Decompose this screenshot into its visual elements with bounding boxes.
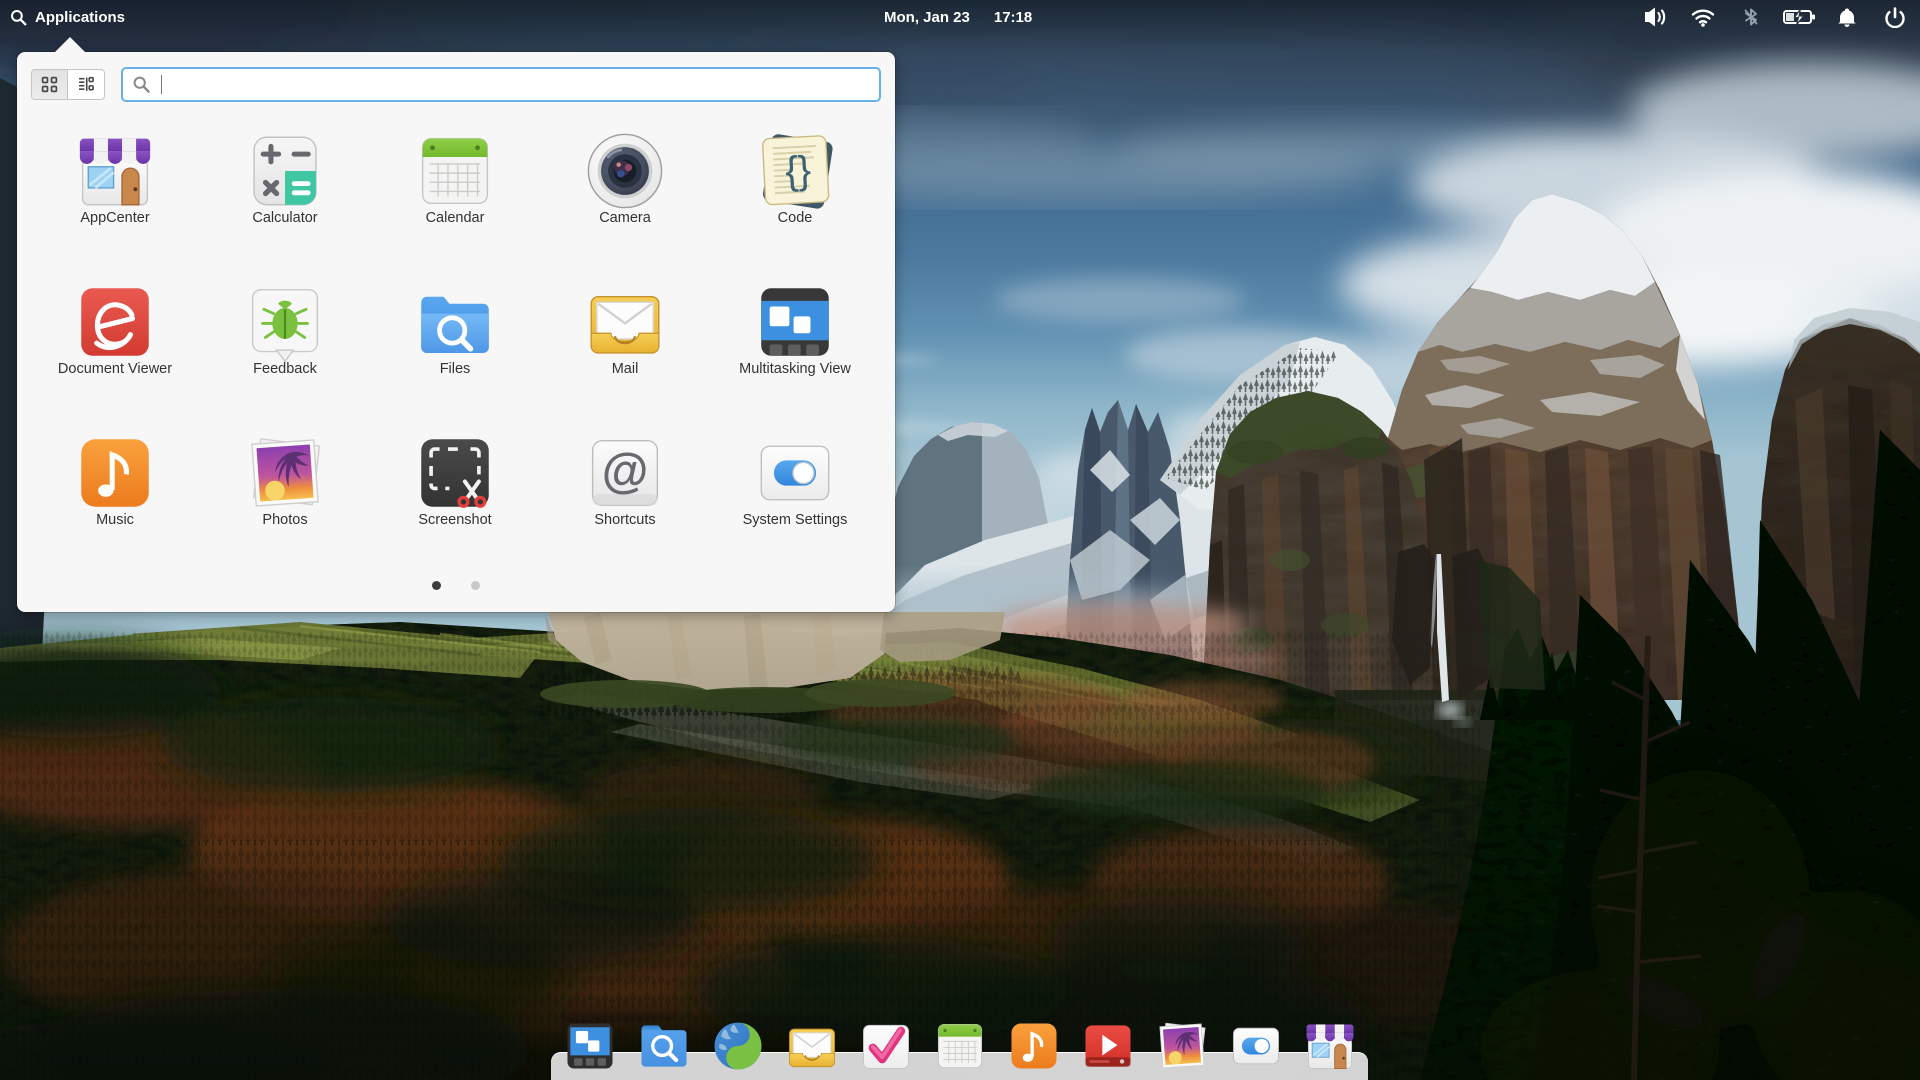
svg-text:@: @ xyxy=(602,445,649,498)
svg-text:}: } xyxy=(797,148,812,193)
